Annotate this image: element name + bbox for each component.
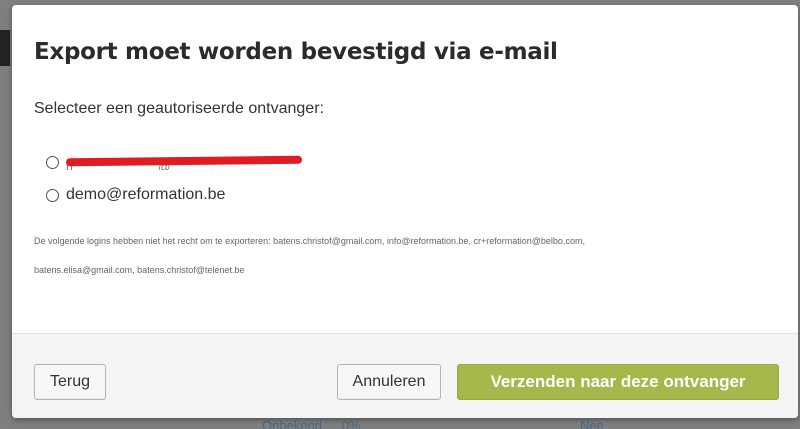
export-notice-line-2: batens.elisa@gmail.com, batens.christof@…: [34, 265, 245, 275]
recipient-label-redacted: b___________@_____.___: [65, 153, 306, 171]
back-button[interactable]: Terug: [34, 364, 106, 400]
background-sidebar-strip: [0, 30, 10, 66]
send-to-recipient-button[interactable]: Verzenden naar deze ontvanger: [457, 364, 779, 400]
recipient-option-2[interactable]: demo@reformation.be: [46, 186, 225, 204]
dialog-footer: Terug Annuleren Verzenden naar deze ontv…: [12, 333, 798, 418]
background-table-fragment: Onbekend 0% Nee: [262, 418, 682, 429]
background-cell: Onbekend: [262, 418, 322, 429]
recipient-option-1[interactable]: b___________@_____.___: [46, 153, 306, 171]
background-cell: Nee: [580, 418, 604, 429]
dialog-title: Export moet worden bevestigd via e-mail: [34, 39, 558, 65]
recipient-prompt: Selecteer een geautoriseerde ontvanger:: [34, 100, 324, 117]
export-confirmation-dialog: Export moet worden bevestigd via e-mail …: [12, 5, 798, 418]
cancel-button[interactable]: Annuleren: [337, 364, 441, 400]
recipient-radio-1[interactable]: [46, 155, 59, 169]
background-cell: 0%: [341, 418, 361, 429]
recipient-label: demo@reformation.be: [66, 186, 226, 203]
recipient-radio-2[interactable]: [46, 188, 59, 202]
export-notice-line-1: De volgende logins hebben niet het recht…: [34, 236, 585, 246]
